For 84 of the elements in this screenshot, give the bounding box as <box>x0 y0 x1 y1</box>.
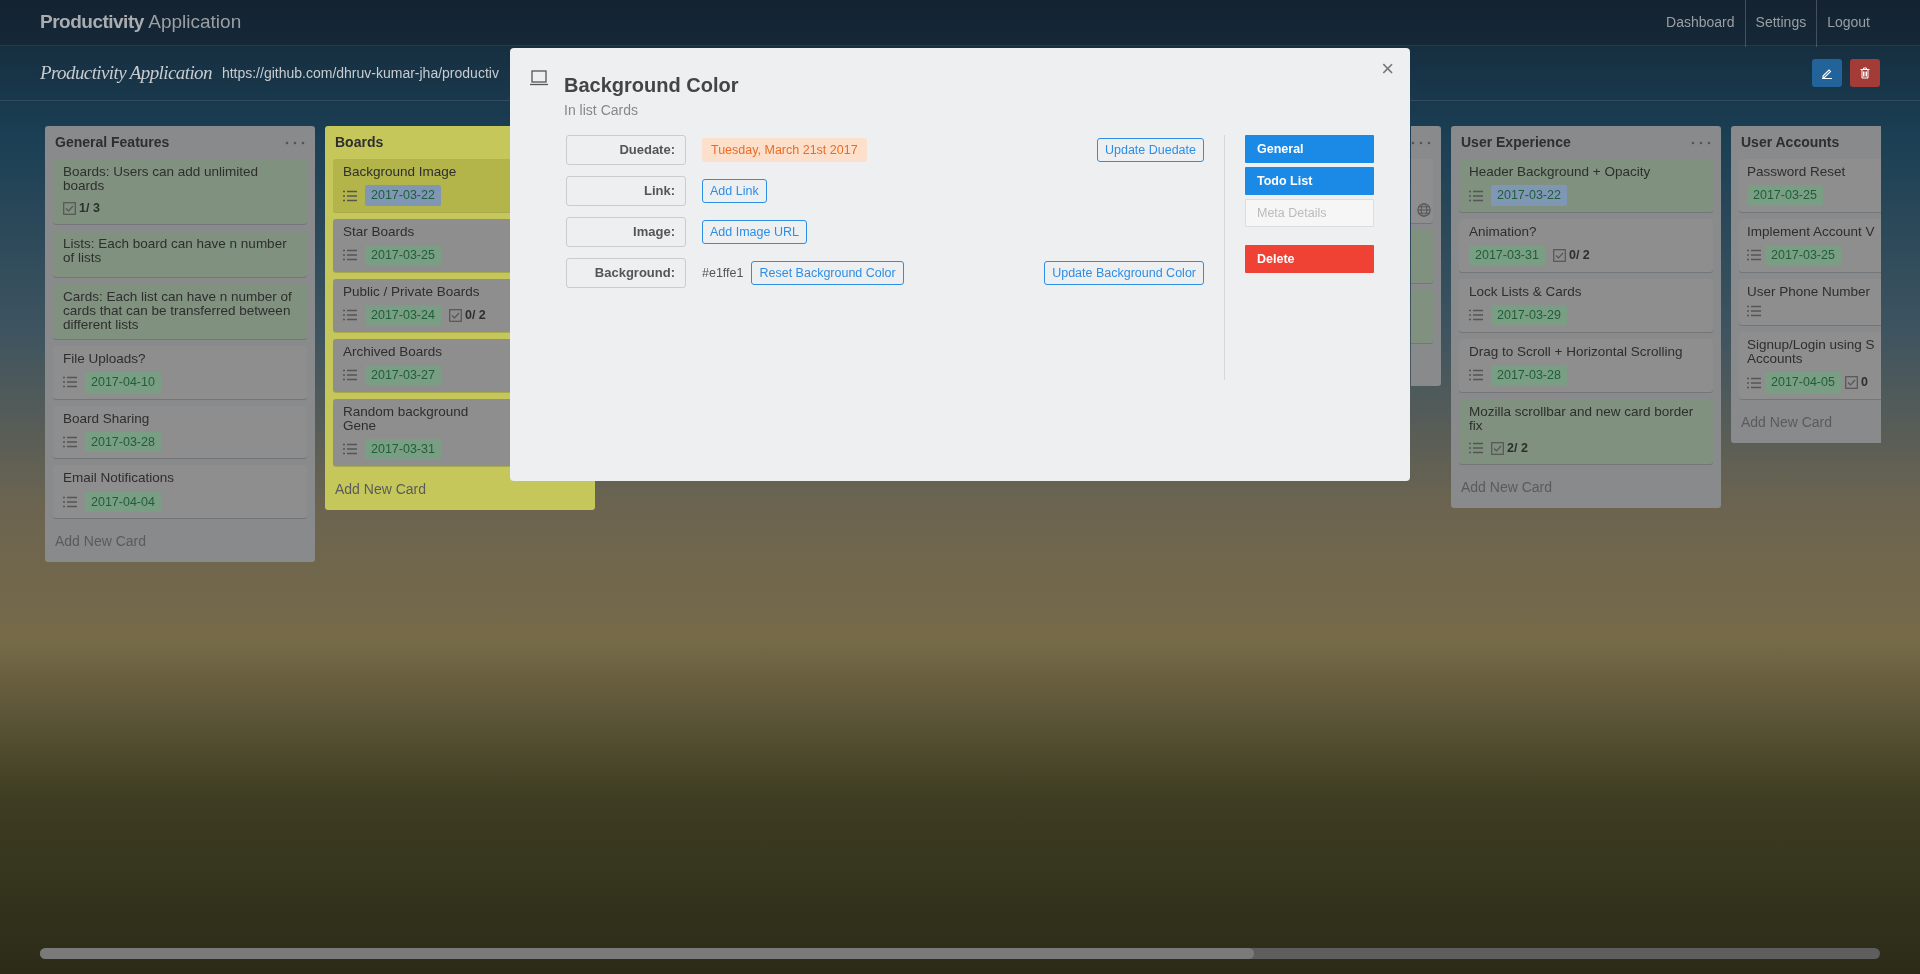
card-title: Implement Account V <box>1747 224 1876 240</box>
list-link[interactable]: Cards <box>600 100 639 121</box>
card-title: File Uploads? <box>63 351 147 366</box>
due-date: 2017-03-28 <box>1491 364 1567 386</box>
card-title: Public / Private Boards <box>343 284 481 299</box>
due-date: 2017-03-22 <box>1491 185 1567 206</box>
card[interactable]: Animation? 2017-03-31 0/ 2 <box>1459 218 1713 272</box>
card-title: Signup/Login using S Accounts <box>1747 337 1876 367</box>
card-title: Random background Gene <box>343 404 470 434</box>
close-button[interactable]: × <box>1381 58 1394 80</box>
list-title: User Experience <box>1461 133 1571 152</box>
card[interactable]: Implement Account V 2017-03-25 <box>1739 218 1881 272</box>
card[interactable]: Header Background + Opacity 2017-03-22 <box>1459 159 1713 212</box>
due-date: 2017-04-10 <box>85 371 161 393</box>
card[interactable]: Cards: Each list can have n number of cards that can be transferred between different lists <box>53 284 307 339</box>
card-title: Email Notifications <box>63 471 176 486</box>
due-date: Tuesday, March 21st 2017 <box>702 137 867 163</box>
due-date: 2017-03-25 <box>1747 185 1823 206</box>
card[interactable]: Password Reset 2017-03-25 <box>1739 159 1881 212</box>
card[interactable]: User Phone Number <box>1739 278 1881 325</box>
list-title: Boards <box>335 133 384 152</box>
card-title: Lists: Each board can have n number of lists <box>63 237 288 266</box>
due-date: 2017-03-22 <box>365 185 441 206</box>
card[interactable]: Mozilla scrollbar and new card border fix 2/ 2 <box>1459 398 1713 464</box>
card-title: User Phone Number <box>1747 284 1872 299</box>
card-title: Boards: Users can add unlimited boards <box>63 165 260 194</box>
card[interactable]: File Uploads? 2017-04-10 <box>53 345 307 399</box>
due-date: 2017-04-05 <box>1765 372 1841 393</box>
due-date: 2017-03-31 <box>365 439 441 460</box>
field-label: Background: <box>566 258 686 288</box>
outline-button[interactable]: Add Link <box>702 178 767 204</box>
outline-button[interactable]: Add Image URL <box>702 219 807 245</box>
card[interactable]: Email Notifications 2017-04-04 <box>53 465 307 519</box>
card-title: Star Boards <box>343 224 416 240</box>
sidebar-button[interactable]: Delete <box>1245 245 1374 273</box>
card-title: Background Image <box>343 165 458 180</box>
update-button[interactable]: Update Background Color <box>1044 260 1204 286</box>
app-brand[interactable]: Productivity Application <box>40 8 242 37</box>
field-label: Duedate: <box>566 135 686 165</box>
card-title: Lock Lists & Cards <box>1469 284 1583 299</box>
due-date: 2017-03-25 <box>1765 245 1841 266</box>
card-title: Header Background + Opacity <box>1469 165 1652 180</box>
nav-link[interactable]: Logout <box>1816 0 1880 47</box>
checklist-count: 0/ 2 <box>464 307 486 324</box>
due-date: 2017-04-04 <box>85 491 161 513</box>
card-title: Cards: Each list can have n number of cards that can be transferred between different lists <box>63 290 293 333</box>
card[interactable]: Boards: Users can add unlimited boards 1/ 3 <box>53 159 307 225</box>
due-date: 2017-03-24 <box>365 305 441 326</box>
nav-link[interactable]: Settings <box>1744 0 1817 47</box>
card-title: Password Reset <box>1747 165 1847 180</box>
card-title: Mozilla scrollbar and new card border fix <box>1469 404 1695 434</box>
due-date: 2017-03-31 <box>1469 245 1545 266</box>
card-title: Archived Boards <box>343 344 444 359</box>
sidebar-button[interactable]: Todo List <box>1245 167 1374 195</box>
color-value: #e1ffe1 <box>702 264 744 282</box>
checklist-count: 0/ 2 <box>1568 247 1590 265</box>
due-date: 2017-03-29 <box>1491 305 1567 326</box>
checklist-count: 2/ 2 <box>1507 440 1528 458</box>
nav-link[interactable]: Dashboard <box>1656 0 1745 47</box>
reset-color-button[interactable]: Reset Background Color <box>751 260 904 286</box>
card-title: Board Sharing <box>63 411 151 426</box>
board-url: https://github.com/dhruv-kumar-jha/productiv <box>221 63 499 83</box>
due-date: 2017-03-28 <box>85 431 161 453</box>
dialog-title: Background Color <box>564 73 739 98</box>
due-date: 2017-03-25 <box>365 245 441 266</box>
list-title: User Accounts <box>1741 133 1840 152</box>
checklist-count: 1/ 3 <box>79 200 100 218</box>
card[interactable]: Board Sharing 2017-03-28 <box>53 405 307 459</box>
card[interactable]: Lists: Each board can have n number of lists <box>53 231 307 278</box>
field-label: Link: <box>566 176 686 206</box>
sidebar-button[interactable]: General <box>1245 135 1374 163</box>
card-title: Animation? <box>1469 224 1538 240</box>
field-label: Image: <box>566 217 686 247</box>
due-date: 2017-03-27 <box>365 364 441 386</box>
update-button[interactable]: Update Duedate <box>1096 137 1204 163</box>
card[interactable]: Signup/Login using S Accounts 2017-04-05 0 <box>1739 331 1881 399</box>
card[interactable]: Lock Lists & Cards 2017-03-29 <box>1459 278 1713 332</box>
add-card-link[interactable]: Add New Card <box>333 472 587 502</box>
board-title: Productivity Application <box>40 60 212 85</box>
card[interactable]: Drag to Scroll + Horizontal Scrolling 2017-03-28 <box>1459 338 1713 392</box>
list-label: In list <box>564 101 597 120</box>
card-title: Drag to Scroll + Horizontal Scrolling <box>1469 344 1684 359</box>
checklist-count: 0 <box>1860 374 1868 392</box>
list-title: General Features <box>55 133 170 152</box>
